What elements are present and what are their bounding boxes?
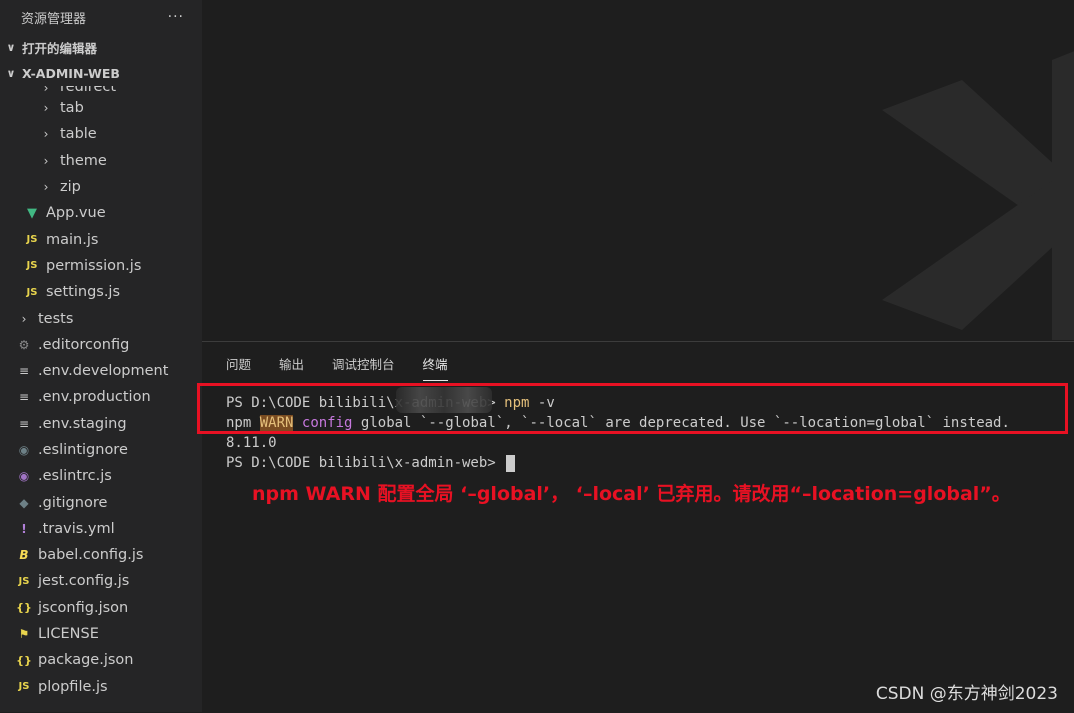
annotation-text: npm WARN 配置全局 ‘–global’， ‘–local’ 已弃用。请改… [252, 483, 1011, 505]
explorer-sidebar: 资源管理器 ··· ∨ 打开的编辑器 ∨ X-ADMIN-WEB › redire… [0, 0, 202, 712]
circle-icon: ◉ [18, 443, 30, 457]
file-tree-item-label: .gitignore [38, 494, 108, 511]
file-tree-item[interactable]: ! .travis.yml [0, 516, 202, 542]
js-icon: JS [18, 681, 30, 693]
file-tree-item-label: theme [60, 152, 107, 169]
file-tree-item-label: .travis.yml [38, 520, 115, 537]
chevron-right-icon: › [43, 86, 49, 95]
tab-problems[interactable]: 问题 [226, 356, 251, 380]
file-tree-item[interactable]: ⚙ .editorconfig [0, 332, 202, 358]
explorer-title: 资源管理器 [21, 11, 87, 27]
file-tree-item-label: tab [60, 100, 84, 117]
file-tree-item-label: LICENSE [38, 626, 99, 643]
file-tree-item[interactable]: ◉ .eslintrc.js [0, 463, 202, 489]
terminal-prompt: PS D:\CODE bilibili\x-admin-web> [226, 455, 496, 471]
file-tree-item[interactable]: JS jest.config.js [0, 568, 202, 594]
file-tree-item-label: table [60, 126, 97, 143]
file-tree-item-label: plopfile.js [38, 678, 108, 695]
file-tree-item[interactable]: Bbabel.config.js [0, 542, 202, 568]
lines-icon: ≡ [18, 416, 30, 431]
file-tree-item[interactable]: JS main.js [0, 226, 202, 252]
file-tree-item-label: babel.config.js [38, 547, 144, 564]
terminal-line-4: PS D:\CODE bilibili\x-admin-web> [226, 453, 1010, 473]
js-icon: JS [18, 575, 30, 587]
file-tree-item[interactable]: JS permission.js [0, 253, 202, 279]
panel-tabs: 问题 输出 调试控制台 终端 [226, 356, 476, 381]
file-tree-item-label: jsconfig.json [38, 599, 129, 616]
highlight-box [197, 383, 1068, 434]
file-tree-item-label: settings.js [46, 284, 121, 301]
chevron-right-icon: › [21, 311, 27, 326]
file-tree-item[interactable]: {} package.json [0, 647, 202, 673]
file-tree-item[interactable]: ⚑ LICENSE [0, 621, 202, 647]
gear-icon: ⚙ [18, 337, 30, 352]
file-tree-item[interactable]: › tab [0, 95, 202, 121]
file-tree-item-label: main.js [46, 231, 99, 248]
watermark: CSDN @东方神剑2023 [875, 684, 1058, 704]
file-tree-item[interactable]: › redirect [0, 86, 202, 95]
exclamation-icon: ! [21, 521, 27, 536]
editor-area [202, 0, 1074, 340]
file-tree-item[interactable]: JS plopfile.js [0, 674, 202, 700]
license-icon: ⚑ [18, 627, 30, 642]
file-tree-item[interactable]: ▼ App.vue [0, 200, 202, 226]
file-tree-item[interactable]: › zip [0, 174, 202, 200]
chevron-right-icon: › [43, 153, 49, 168]
file-tree-item-label: .eslintrc.js [38, 468, 112, 485]
terminal-line-3: 8.11.0 [226, 435, 277, 451]
tab-debug-console[interactable]: 调试控制台 [332, 356, 395, 380]
chevron-right-icon: › [43, 180, 49, 195]
explorer-header: 资源管理器 ··· [0, 0, 202, 34]
file-tree-item-label: tests [38, 310, 74, 327]
eslint-icon: ◉ [18, 469, 30, 484]
file-tree: › redirect › tab › table › theme › zip ▼ App.vue JS m… [0, 86, 202, 700]
project-section[interactable]: ∨ X-ADMIN-WEB [0, 60, 202, 86]
chevron-right-icon: › [43, 101, 49, 116]
tab-terminal[interactable]: 终端 [422, 356, 448, 381]
js-icon: JS [26, 234, 38, 246]
project-label: X-ADMIN-WEB [22, 65, 120, 81]
file-tree-item[interactable]: {} jsconfig.json [0, 595, 202, 621]
babel-icon: B [19, 548, 29, 563]
chevron-down-icon: ∨ [6, 66, 16, 80]
file-tree-item[interactable]: ≡ .env.development [0, 358, 202, 384]
more-actions-icon[interactable]: ··· [168, 9, 184, 25]
tab-output[interactable]: 输出 [279, 356, 304, 380]
vue-icon: ▼ [27, 205, 37, 221]
file-tree-item[interactable]: JS settings.js [0, 279, 202, 305]
file-tree-item[interactable]: ≡ .env.production [0, 384, 202, 410]
file-tree-item[interactable]: ◆ .gitignore [0, 489, 202, 515]
file-tree-item-label: .env.production [38, 389, 151, 406]
lines-icon: ≡ [18, 364, 30, 379]
terminal-cursor [506, 454, 516, 472]
file-tree-item-label: package.json [38, 652, 134, 669]
file-tree-item[interactable]: › table [0, 121, 202, 147]
file-tree-item-label: .env.staging [38, 415, 127, 432]
json-icon: {} [16, 601, 32, 615]
file-tree-item-label: .env.development [38, 363, 169, 380]
file-tree-item[interactable]: ◉ .eslintignore [0, 437, 202, 463]
lines-icon: ≡ [18, 390, 30, 405]
git-icon: ◆ [19, 495, 29, 510]
file-tree-item-label: jest.config.js [38, 573, 130, 590]
file-tree-item-label: App.vue [46, 205, 106, 222]
chevron-down-icon: ∨ [6, 40, 16, 54]
open-editors-label: 打开的编辑器 [22, 40, 98, 56]
file-tree-item[interactable]: › tests [0, 305, 202, 331]
vscode-watermark-logo [882, 51, 1074, 340]
js-icon: JS [26, 286, 38, 298]
file-tree-item-label: zip [60, 179, 81, 196]
file-tree-item-label: .eslintignore [38, 442, 128, 458]
file-tree-item[interactable]: ≡ .env.staging [0, 411, 202, 437]
file-tree-item-label: .editorconfig [38, 336, 130, 353]
file-tree-item-label: permission.js [46, 257, 142, 274]
js-icon: JS [26, 260, 38, 272]
open-editors-section[interactable]: ∨ 打开的编辑器 [0, 34, 202, 60]
chevron-right-icon: › [43, 127, 49, 142]
file-tree-item-label: redirect [60, 86, 117, 95]
json-icon: {} [16, 653, 32, 667]
file-tree-item[interactable]: › theme [0, 148, 202, 174]
